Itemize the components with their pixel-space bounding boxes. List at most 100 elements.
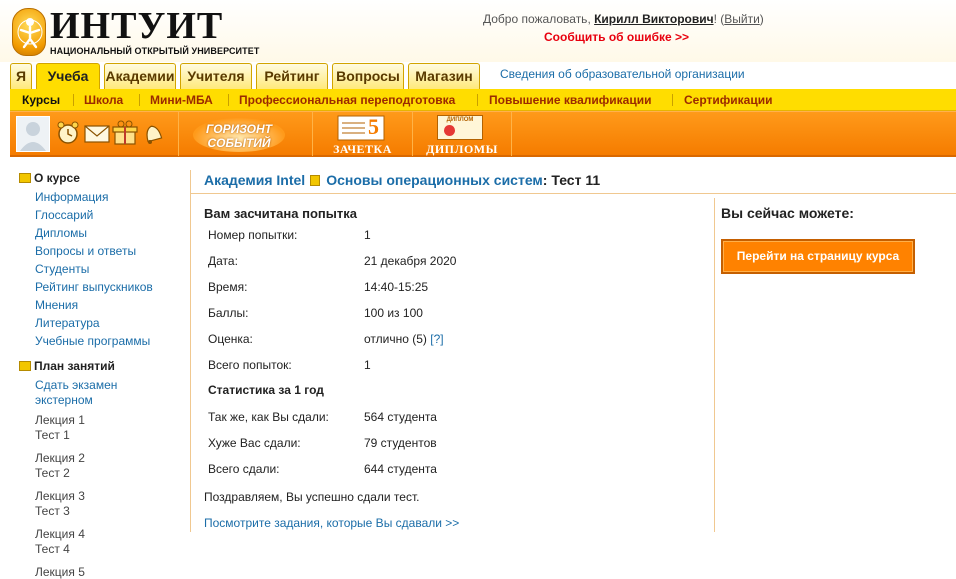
stats-worse-value: 79 студентов bbox=[364, 436, 437, 450]
sidebar-item-reviews[interactable]: Мнения bbox=[35, 298, 78, 313]
test-1-link[interactable]: Тест 1 bbox=[35, 428, 70, 443]
events-horizon-button[interactable]: ГОРИЗОНТ СОБЫТИЙ bbox=[178, 112, 312, 156]
zachetka-button[interactable]: 5 ЗАЧЕТКА bbox=[312, 112, 412, 156]
subnav-retraining[interactable]: Профессиональная переподготовка bbox=[239, 89, 455, 111]
envelope-icon[interactable] bbox=[84, 120, 110, 146]
score-value: 100 из 100 bbox=[364, 306, 423, 320]
logout-link[interactable]: Выйти bbox=[724, 12, 760, 26]
grade-text: отлично (5) bbox=[364, 332, 427, 346]
user-name-link[interactable]: Кирилл Викторович bbox=[594, 12, 713, 26]
subnav-school[interactable]: Школа bbox=[84, 89, 123, 111]
total-attempts-label: Всего попыток: bbox=[208, 358, 292, 372]
grade-help-link[interactable]: [?] bbox=[430, 332, 443, 346]
sidebar-item-diplomas[interactable]: Дипломы bbox=[35, 226, 87, 241]
welcome-text: Добро пожаловать, Кирилл Викторович! (Вы… bbox=[483, 12, 764, 26]
site-header: ИНТУИТ НАЦИОНАЛЬНЫЙ ОТКРЫТЫЙ УНИВЕРСИТЕТ… bbox=[0, 0, 956, 62]
total-attempts-value: 1 bbox=[364, 358, 371, 372]
subnav-mini-mba[interactable]: Мини-МБА bbox=[150, 89, 213, 111]
attempt-number-value: 1 bbox=[364, 228, 371, 242]
user-toolbar: ГОРИЗОНТ СОБЫТИЙ 5 ЗАЧЕТКА ДИПЛОМ ДИПЛОМ… bbox=[10, 111, 956, 157]
gift-icon[interactable] bbox=[112, 120, 138, 146]
about-course-heading[interactable]: О курсе bbox=[19, 171, 80, 185]
sidebar-item-faq[interactable]: Вопросы и ответы bbox=[35, 244, 136, 259]
attempt-number-label: Номер попытки: bbox=[208, 228, 298, 242]
sidebar-item-programs[interactable]: Учебные программы bbox=[35, 334, 150, 349]
events-horizon-line1: ГОРИЗОНТ bbox=[206, 122, 272, 136]
subnav-divider bbox=[477, 94, 478, 106]
sidebar-item-literature[interactable]: Литература bbox=[35, 316, 100, 331]
tab-rating[interactable]: Рейтинг bbox=[256, 63, 328, 89]
external-exam-link-line1[interactable]: Сдать экзамен bbox=[35, 378, 117, 393]
notebook-icon bbox=[310, 175, 321, 186]
go-to-course-button[interactable]: Перейти на страницу курса bbox=[721, 239, 915, 274]
stats-total-value: 644 студента bbox=[364, 462, 437, 476]
lecture-1-link[interactable]: Лекция 1 bbox=[35, 413, 85, 428]
gradebook-number: 5 bbox=[368, 114, 379, 139]
logo-subtitle: НАЦИОНАЛЬНЫЙ ОТКРЫТЫЙ УНИВЕРСИТЕТ bbox=[50, 46, 260, 56]
test-3-link[interactable]: Тест 3 bbox=[35, 504, 70, 519]
tab-shop[interactable]: Магазин bbox=[408, 63, 480, 89]
test-4-link[interactable]: Тест 4 bbox=[35, 542, 70, 557]
stats-worse-label: Хуже Вас сдали: bbox=[208, 436, 301, 450]
score-label: Баллы: bbox=[208, 306, 249, 320]
sidebar-item-students[interactable]: Студенты bbox=[35, 262, 89, 277]
breadcrumb-academy[interactable]: Академия Intel bbox=[204, 172, 305, 188]
logo-wordmark: ИНТУИТ bbox=[50, 5, 224, 47]
report-error-link[interactable]: Сообщить об ошибке >> bbox=[544, 30, 689, 44]
subnav-divider bbox=[672, 94, 673, 106]
diploma-badge-text: ДИПЛОМ bbox=[446, 117, 474, 123]
grade-value: отлично (5) [?] bbox=[364, 332, 444, 346]
sidebar-item-glossary[interactable]: Глоссарий bbox=[35, 208, 93, 223]
org-info-link[interactable]: Сведения об образовательной организации bbox=[500, 67, 745, 81]
subnav-divider bbox=[228, 94, 229, 106]
diplomas-label: ДИПЛОМЫ bbox=[426, 142, 498, 156]
tab-academies[interactable]: Академии bbox=[104, 63, 176, 89]
header-divider bbox=[190, 193, 956, 194]
diplomas-button[interactable]: ДИПЛОМ ДИПЛОМЫ bbox=[412, 112, 512, 156]
tab-me[interactable]: Я bbox=[10, 63, 32, 89]
subnav-qualification[interactable]: Повышение квалификации bbox=[489, 89, 651, 111]
time-value: 14:40-15:25 bbox=[364, 280, 429, 294]
folder-icon bbox=[19, 173, 31, 183]
view-tasks-link[interactable]: Посмотрите задания, которые Вы сдавали >… bbox=[204, 516, 459, 530]
lesson-plan-heading[interactable]: План занятий bbox=[19, 359, 115, 373]
course-sidebar: О курсе Информация Глоссарий Дипломы Воп… bbox=[10, 164, 182, 579]
lecture-3-link[interactable]: Лекция 3 bbox=[35, 489, 85, 504]
alarm-clock-icon[interactable] bbox=[56, 120, 80, 146]
stats-same-value: 564 студента bbox=[364, 410, 437, 424]
subnav-divider bbox=[139, 94, 140, 106]
test-2-link[interactable]: Тест 2 bbox=[35, 466, 70, 481]
subnav-courses[interactable]: Курсы bbox=[22, 89, 60, 111]
tab-questions[interactable]: Вопросы bbox=[332, 63, 404, 89]
logo-emblem-icon bbox=[12, 8, 46, 56]
stats-total-label: Всего сдали: bbox=[208, 462, 280, 476]
lesson-plan-title: План занятий bbox=[34, 359, 115, 373]
welcome-close: ) bbox=[759, 12, 764, 26]
welcome-bang: ! ( bbox=[713, 12, 725, 26]
external-exam-link-line2[interactable]: экстерном bbox=[35, 393, 93, 408]
date-value: 21 декабря 2020 bbox=[364, 254, 457, 268]
events-horizon-line2: СОБЫТИЙ bbox=[207, 136, 271, 150]
stats-title: Статистика за 1 год bbox=[208, 383, 324, 397]
breadcrumb-course[interactable]: Основы операционных систем bbox=[326, 172, 543, 188]
subnav-divider bbox=[73, 94, 74, 106]
lecture-5-link[interactable]: Лекция 5 bbox=[35, 565, 85, 579]
sidebar-item-info[interactable]: Информация bbox=[35, 190, 108, 205]
welcome-prefix: Добро пожаловать, bbox=[483, 12, 595, 26]
breadcrumb: Академия Intel Основы операционных систем… bbox=[204, 172, 600, 188]
subnav-certifications[interactable]: Сертификации bbox=[684, 89, 772, 111]
stats-same-label: Так же, как Вы сдали: bbox=[208, 410, 329, 424]
tab-teachers[interactable]: Учителя bbox=[180, 63, 252, 89]
lecture-4-link[interactable]: Лекция 4 bbox=[35, 527, 85, 542]
tab-study[interactable]: Учеба bbox=[36, 63, 100, 90]
diploma-seal bbox=[444, 125, 455, 136]
intuit-logo[interactable]: ИНТУИТ НАЦИОНАЛЬНЫЙ ОТКРЫТЫЙ УНИВЕРСИТЕТ bbox=[12, 5, 259, 58]
sidebar-item-graduate-rating[interactable]: Рейтинг выпускников bbox=[35, 280, 153, 295]
actions-divider bbox=[714, 198, 715, 532]
avatar[interactable] bbox=[16, 116, 50, 152]
bell-icon[interactable] bbox=[140, 120, 164, 146]
date-label: Дата: bbox=[208, 254, 238, 268]
events-horizon-badge: ГОРИЗОНТ СОБЫТИЙ bbox=[193, 118, 285, 152]
lecture-2-link[interactable]: Лекция 2 bbox=[35, 451, 85, 466]
breadcrumb-test: : Тест 11 bbox=[542, 172, 601, 188]
